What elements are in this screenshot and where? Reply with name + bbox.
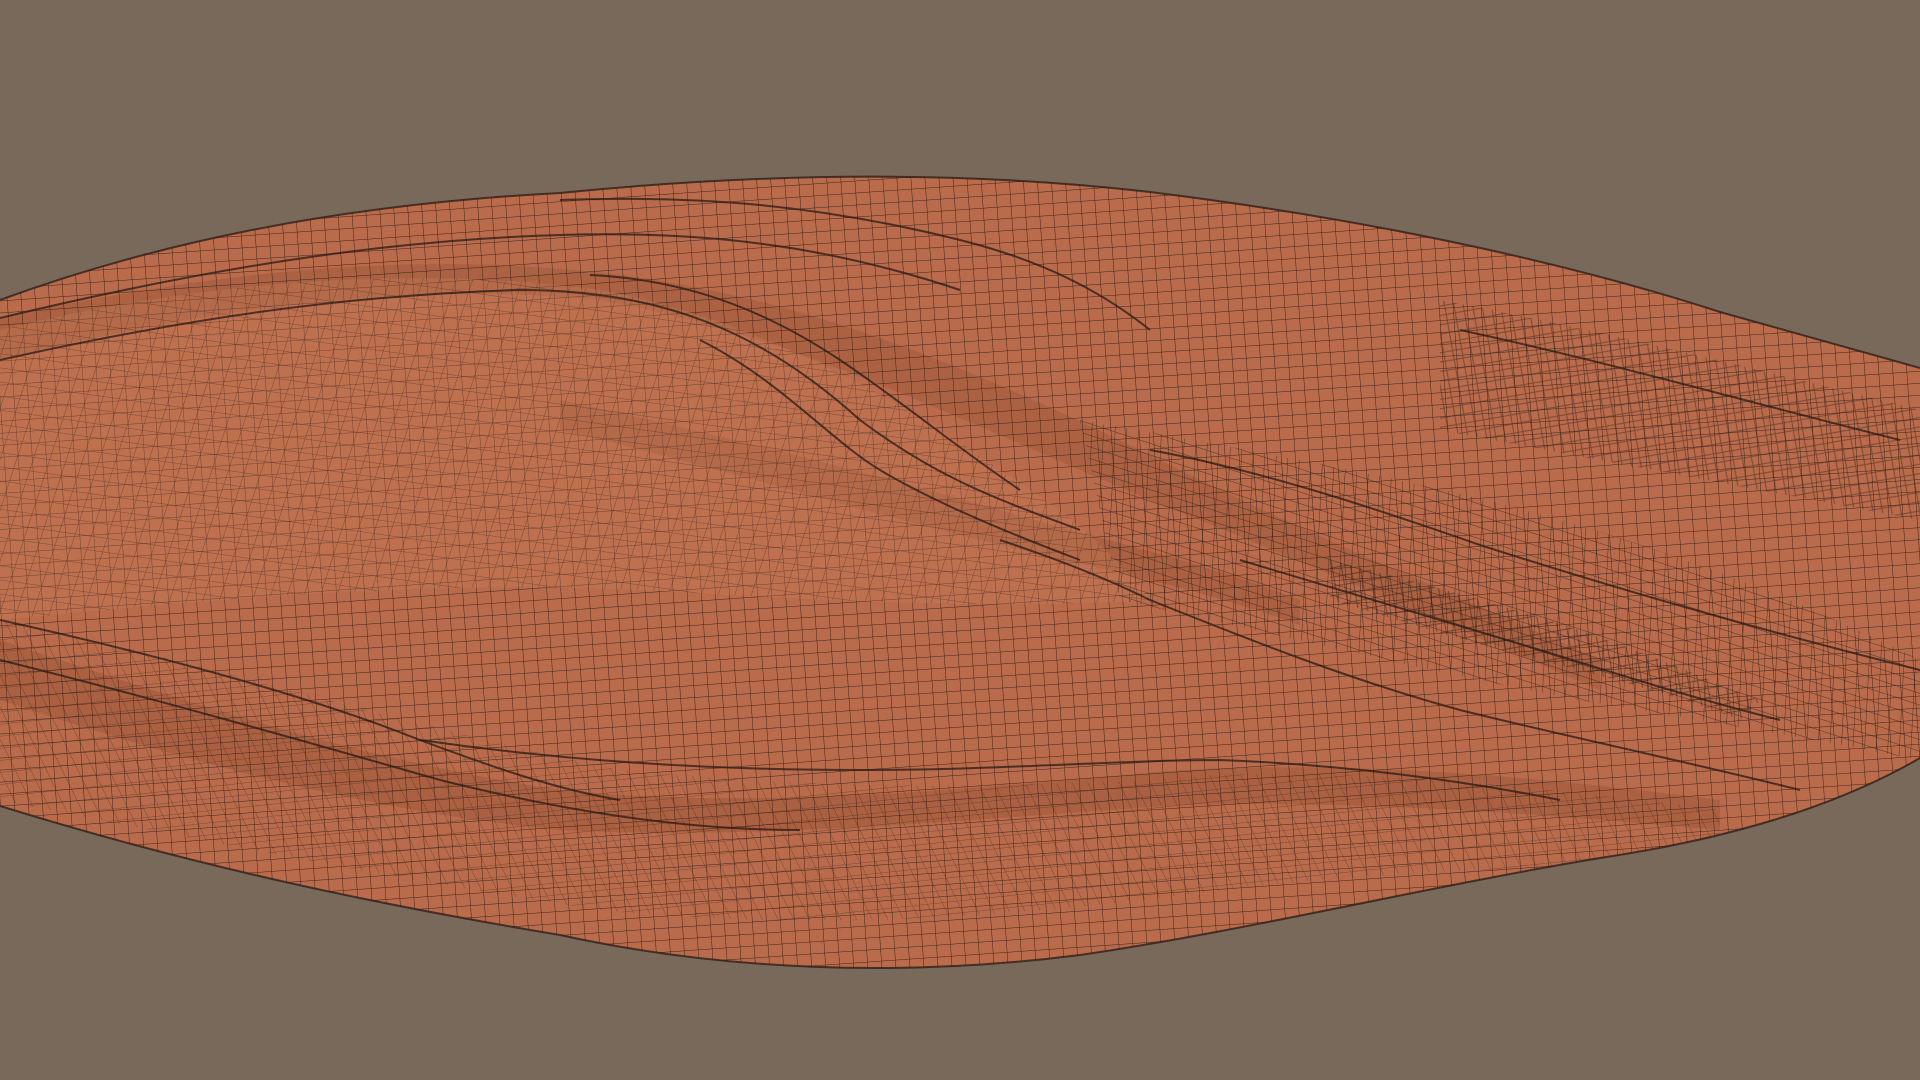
3d-viewport[interactable] [0,0,1920,1080]
mesh-render[interactable] [0,0,1920,1080]
